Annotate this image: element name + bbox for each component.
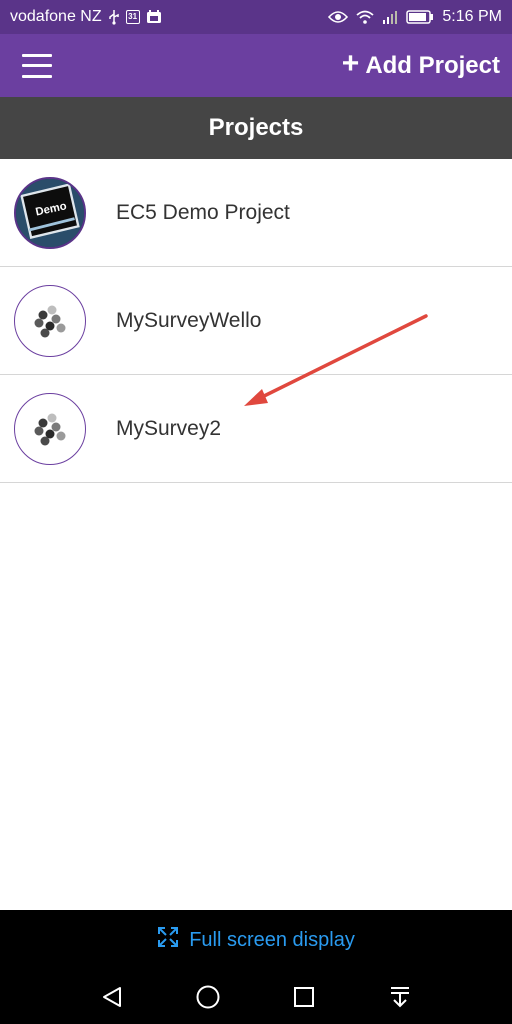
back-icon[interactable] <box>92 977 132 1017</box>
plus-icon: + <box>341 47 360 80</box>
epicollect-logo-icon <box>14 284 86 357</box>
signal-icon <box>382 10 398 24</box>
usb-icon <box>108 9 120 25</box>
project-row-mysurvey2[interactable]: MySurvey2 <box>0 375 512 483</box>
add-project-label: Add Project <box>365 51 500 79</box>
project-name: MySurveyWello <box>116 308 262 332</box>
status-right: 5:16 PM <box>328 8 502 26</box>
project-name: EC5 Demo Project <box>116 200 290 224</box>
project-name: MySurvey2 <box>116 416 222 440</box>
status-bar: vodafone NZ 31 5:16 PM <box>0 0 512 34</box>
clock: 5:16 PM <box>442 8 502 25</box>
project-row-mysurveywello[interactable]: MySurveyWello <box>0 267 512 375</box>
full-screen-label: Full screen display <box>189 928 355 951</box>
full-screen-display-button[interactable]: Full screen display <box>0 910 512 970</box>
gallery-icon <box>146 10 162 24</box>
demo-project-avatar: Demo <box>14 176 86 249</box>
eye-icon <box>328 10 349 24</box>
app-bar: + Add Project <box>0 34 512 97</box>
add-project-button[interactable]: + Add Project <box>341 47 500 80</box>
project-row-ec5-demo[interactable]: Demo EC5 Demo Project <box>0 159 512 267</box>
home-icon[interactable] <box>188 977 228 1017</box>
calendar-icon: 31 <box>125 10 140 24</box>
carrier-name: vodafone NZ <box>10 8 102 25</box>
status-left: vodafone NZ 31 <box>10 8 162 26</box>
hamburger-menu-icon[interactable] <box>22 53 52 78</box>
epicollect-logo-icon <box>14 392 86 465</box>
recents-icon[interactable] <box>284 977 324 1017</box>
wifi-icon <box>356 10 374 24</box>
navigation-bar <box>0 970 512 1024</box>
battery-icon <box>406 10 434 24</box>
project-list: Demo EC5 Demo Project MySurveyWello MySu… <box>0 159 512 483</box>
page-title: Projects <box>0 97 512 159</box>
expand-icon <box>157 926 179 954</box>
notification-pull-icon[interactable] <box>380 977 420 1017</box>
